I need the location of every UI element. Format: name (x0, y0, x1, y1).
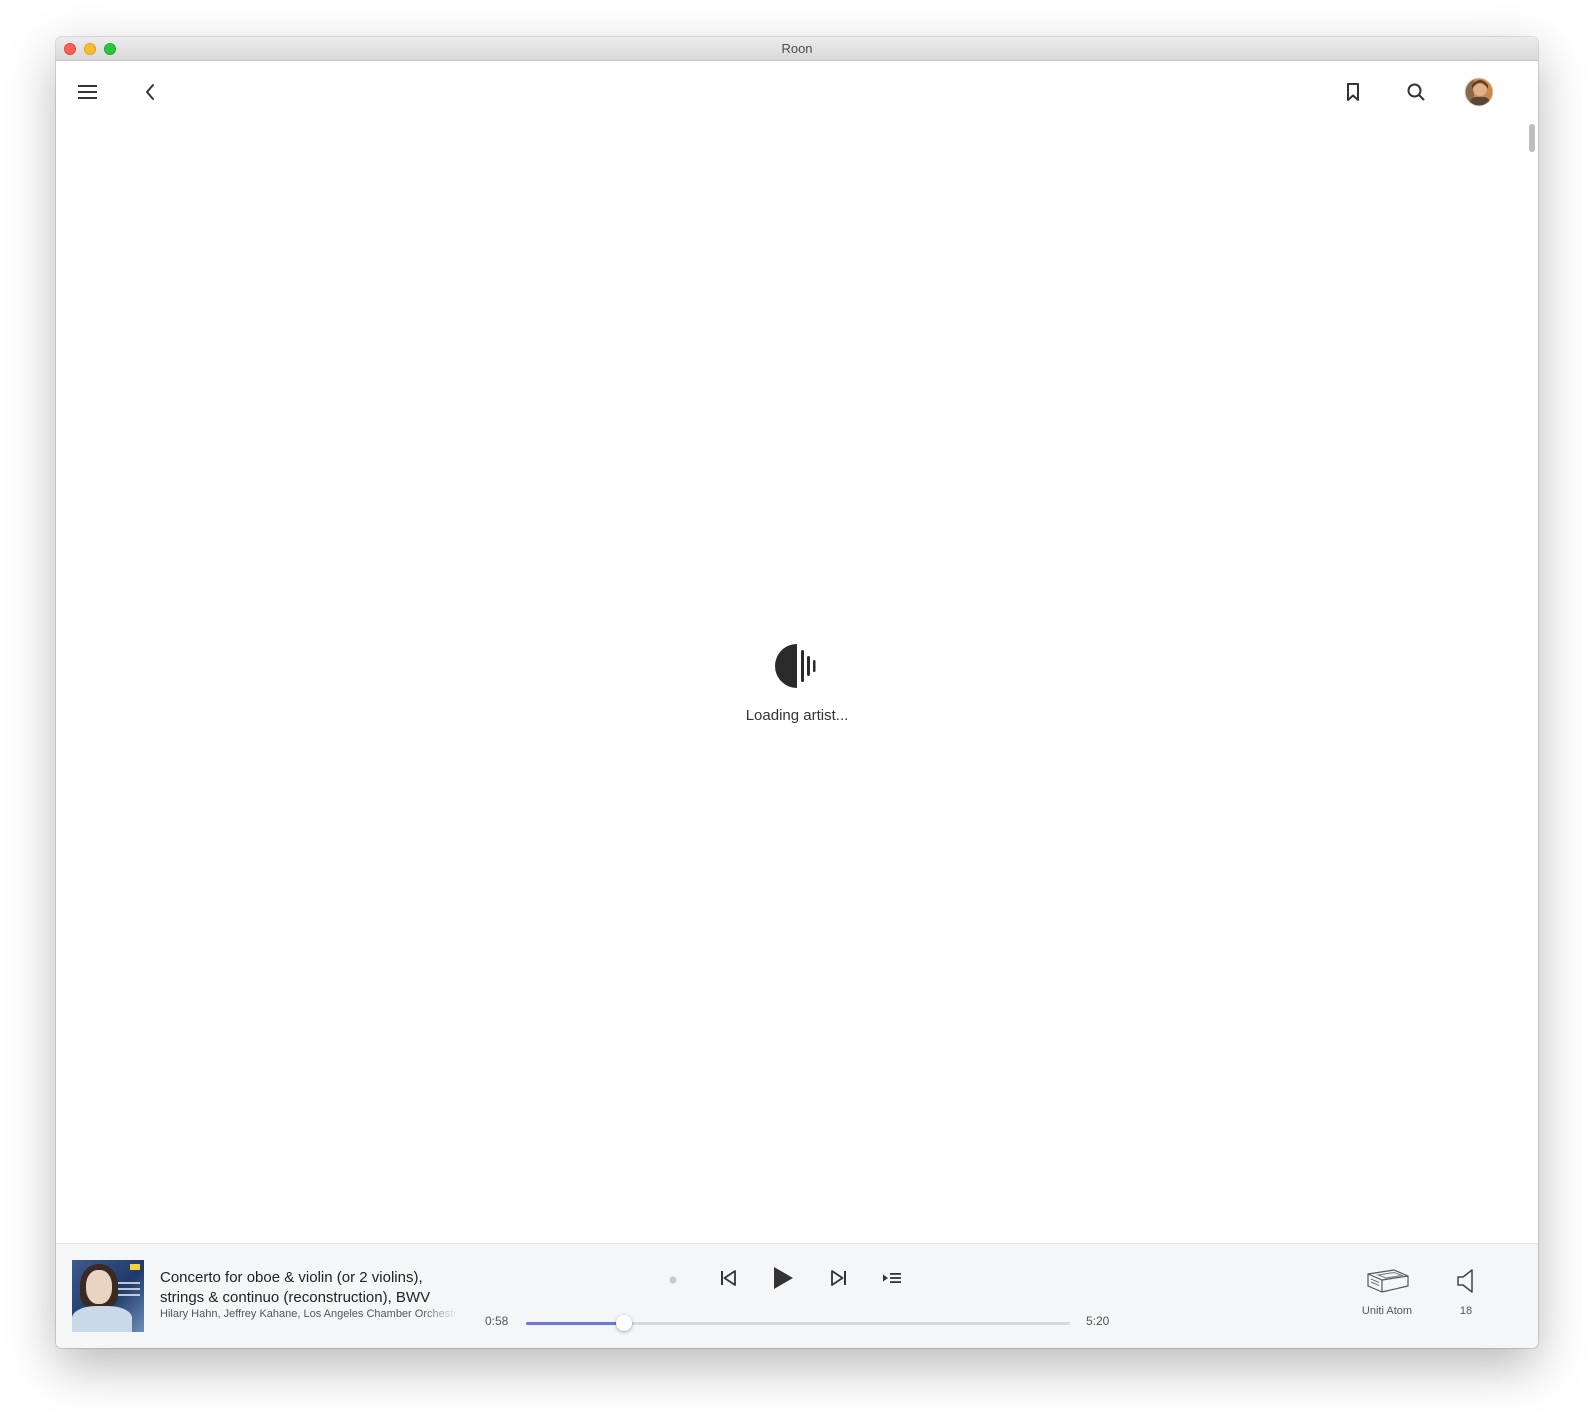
zone-name: Uniti Atom (1361, 1305, 1413, 1317)
radio-indicator[interactable] (663, 1272, 683, 1288)
roon-logo-icon (775, 644, 816, 688)
album-art[interactable] (72, 1260, 144, 1332)
queue-icon (883, 1273, 901, 1283)
skip-next-icon (831, 1270, 846, 1286)
profile-button[interactable] (1461, 74, 1497, 110)
search-icon (1407, 83, 1425, 101)
track-title[interactable]: Concerto for oboe & violin (or 2 violins… (160, 1268, 460, 1308)
track-artists[interactable]: Hilary Hahn, Jeffrey Kahane, Los Angeles… (160, 1308, 458, 1320)
play-icon (774, 1267, 793, 1289)
speaker-volume-icon (1457, 1269, 1473, 1293)
window-title: Roon (781, 41, 813, 56)
seek-progress (526, 1322, 625, 1325)
title-bar[interactable]: Roon (56, 37, 1538, 61)
loading-text: Loading artist... (745, 707, 849, 724)
bookmark-icon (1347, 83, 1359, 101)
loading-indicator: Loading artist... (56, 642, 1538, 724)
bookmark-button[interactable] (1335, 74, 1371, 110)
play-button[interactable] (766, 1264, 800, 1292)
total-duration: 5:20 (1086, 1314, 1110, 1328)
queue-button[interactable] (878, 1264, 906, 1292)
hamburger-menu-icon (78, 85, 97, 99)
back-button[interactable] (132, 74, 168, 110)
zone-selector[interactable]: Uniti Atom (1352, 1266, 1422, 1317)
seek-thumb[interactable] (616, 1315, 633, 1331)
search-button[interactable] (1398, 74, 1434, 110)
streamer-device-icon (1367, 1269, 1409, 1293)
app-window: Roon Loading artist... Concerto for oboe… (56, 37, 1538, 1348)
dot-icon (669, 1276, 677, 1284)
elapsed-time: 0:58 (485, 1314, 509, 1328)
volume-level: 18 (1459, 1305, 1473, 1317)
chevron-left-icon (146, 84, 154, 100)
skip-previous-icon (721, 1270, 736, 1286)
seek-bar[interactable] (526, 1315, 1070, 1331)
now-playing-bar: Concerto for oboe & violin (or 2 violins… (56, 1243, 1538, 1348)
volume-control[interactable]: 18 (1448, 1268, 1484, 1317)
menu-button[interactable] (70, 74, 106, 110)
scrollbar[interactable] (1529, 124, 1535, 152)
avatar (1464, 77, 1494, 107)
previous-button[interactable] (714, 1264, 742, 1292)
next-button[interactable] (825, 1264, 853, 1292)
